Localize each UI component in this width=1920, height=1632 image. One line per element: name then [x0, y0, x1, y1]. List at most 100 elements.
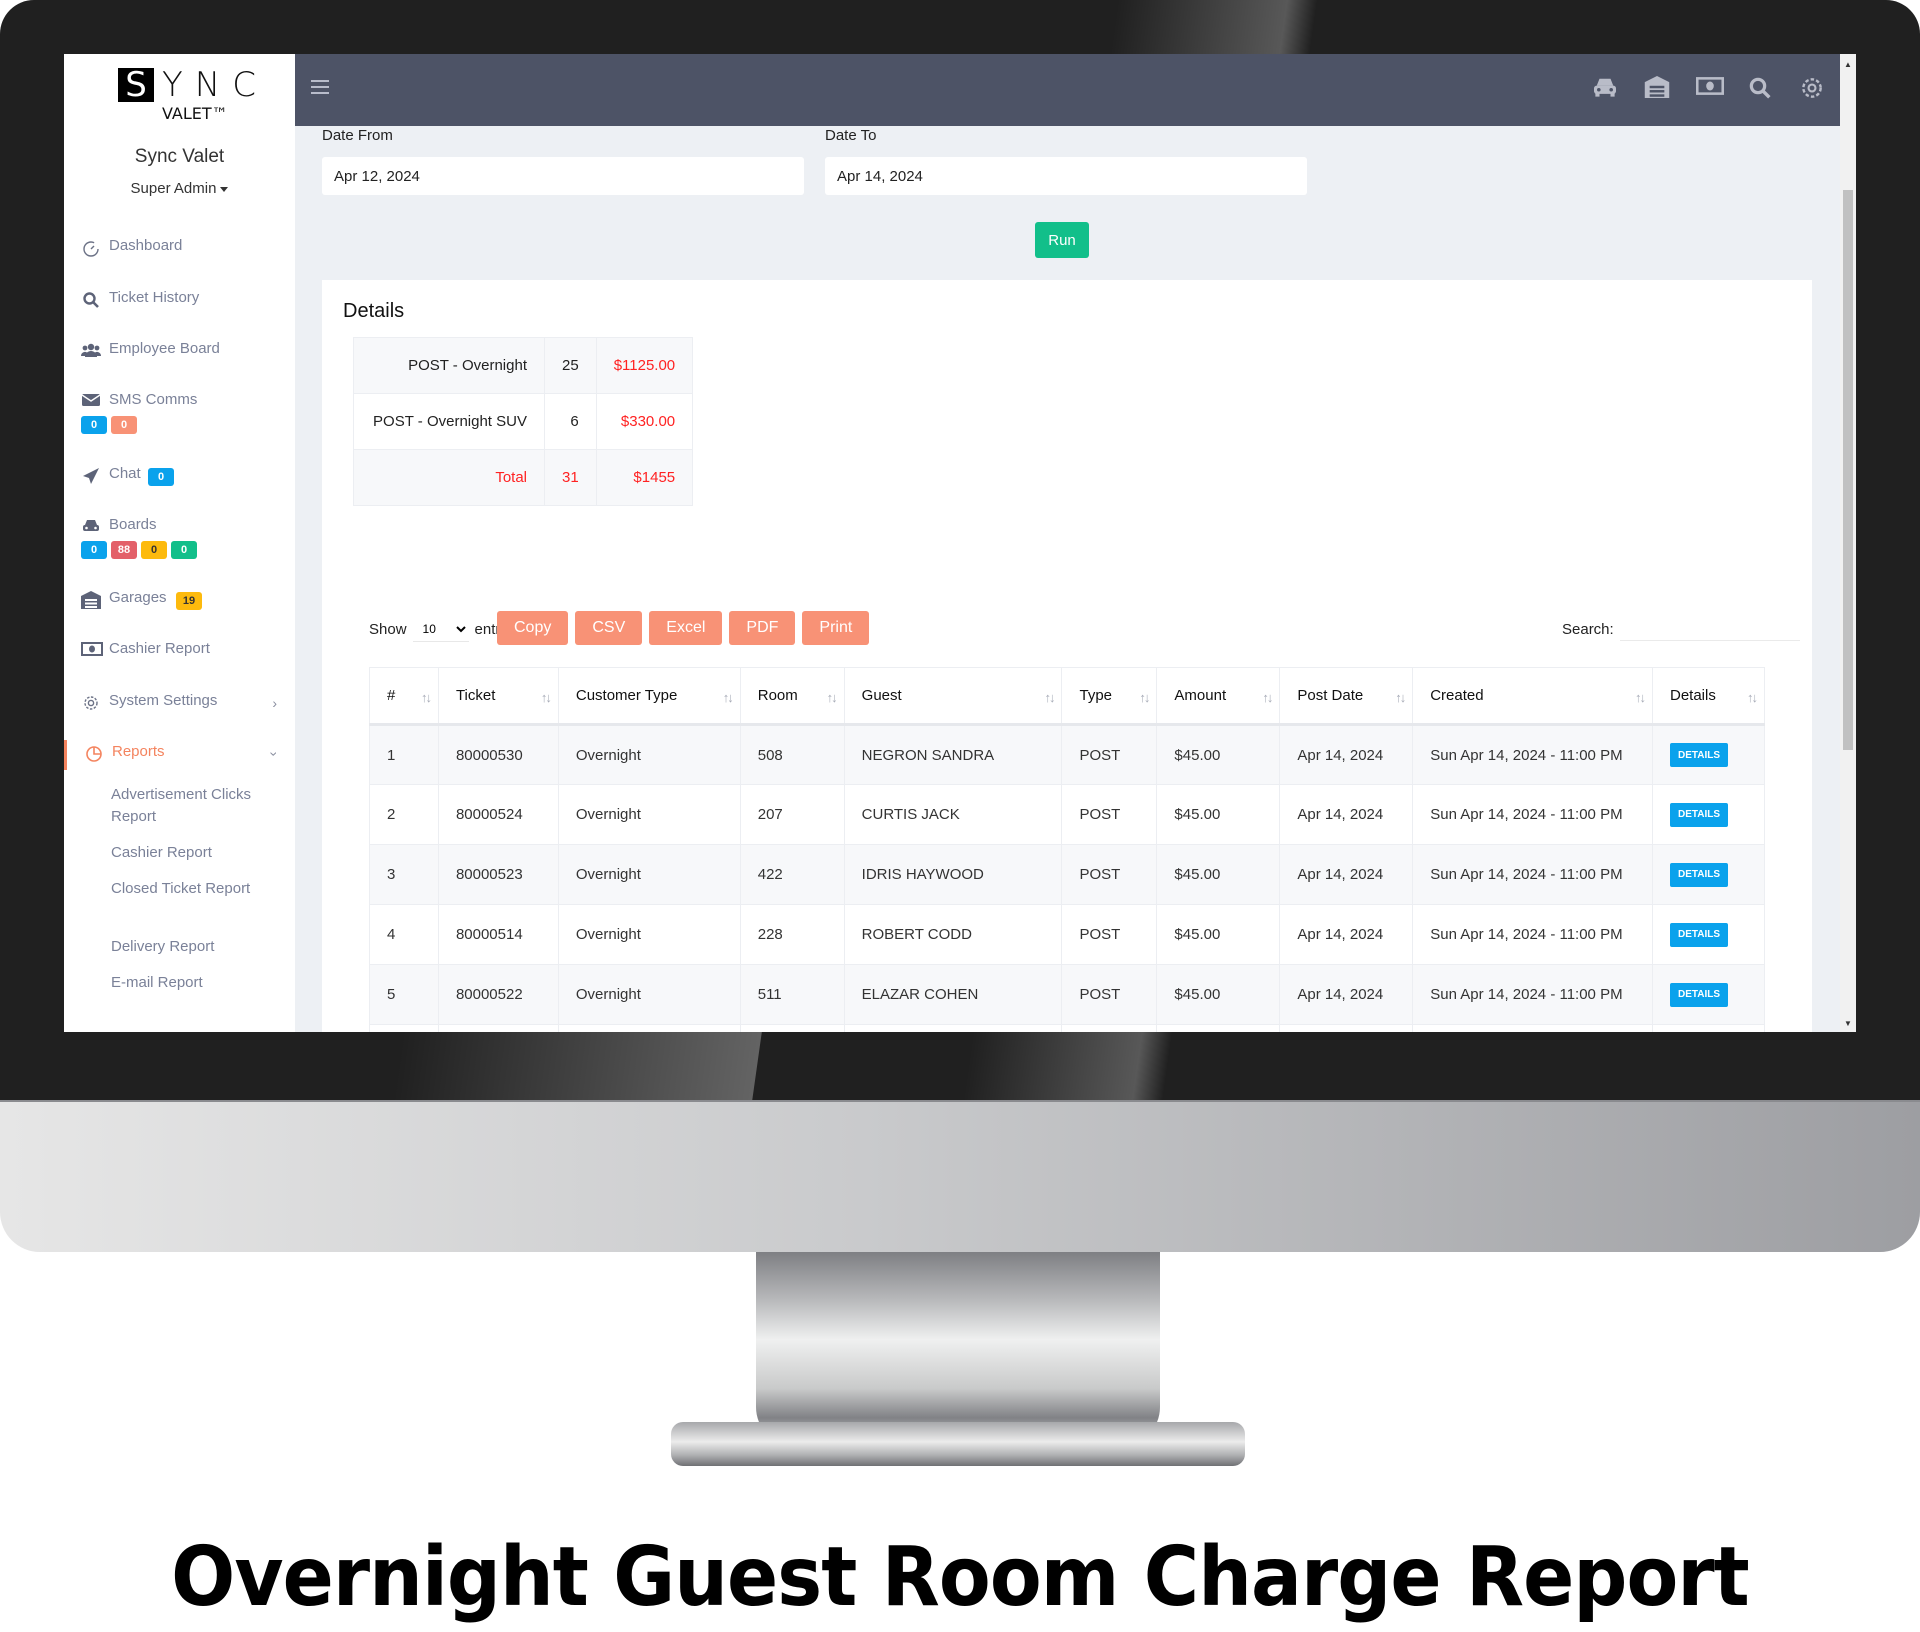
- summary-table: POST - Overnight 25 $1125.00 POST - Over…: [353, 337, 694, 506]
- submenu-advertisement-clicks-report[interactable]: Advertisement Clicks Report: [111, 784, 271, 828]
- search-icon[interactable]: [1748, 76, 1776, 102]
- cell-ticket: 80000520: [437, 1024, 559, 1032]
- sort-icon: ↑↓: [1139, 690, 1150, 705]
- top-navbar: [295, 54, 1840, 126]
- column-header-amount[interactable]: Amount ↑↓: [1156, 667, 1281, 726]
- table-row: 680000520Overnight228DUSTYPOST$45.00Apr …: [369, 1024, 1766, 1032]
- money-icon: [81, 642, 103, 660]
- sidebar-item-cashier-report[interactable]: Cashier Report: [64, 637, 295, 667]
- cell-ticket: 80000524: [437, 784, 559, 845]
- sidebar-item-label: Cashier Report: [109, 640, 210, 657]
- search-input[interactable]: [1619, 617, 1800, 641]
- cell-number: 5: [369, 964, 439, 1025]
- copy-button[interactable]: Copy: [497, 611, 569, 645]
- cell-type: POST: [1061, 904, 1158, 965]
- excel-button[interactable]: Excel: [649, 611, 723, 645]
- chat-badge: 0: [148, 468, 174, 486]
- page-scrollbar[interactable]: ▲ ▼: [1840, 54, 1856, 1032]
- column-header-post-date[interactable]: Post Date ↑↓: [1279, 667, 1414, 726]
- csv-button[interactable]: CSV: [575, 611, 643, 645]
- sidebar-item-label: Dashboard: [109, 237, 183, 254]
- submenu-closed-ticket-report[interactable]: Closed Ticket Report: [111, 878, 271, 900]
- scrollbar-thumb[interactable]: [1843, 190, 1853, 750]
- entries-select[interactable]: 10: [412, 617, 469, 642]
- cell-details: DETAILS: [1651, 784, 1766, 845]
- sidebar-item-sms-comms[interactable]: SMS Comms: [64, 388, 295, 418]
- cell-number: 2: [369, 784, 439, 845]
- role-dropdown[interactable]: Super Admin: [64, 180, 295, 197]
- sidebar-item-boards[interactable]: Boards: [64, 513, 295, 543]
- column-header-room[interactable]: Room ↑↓: [739, 667, 845, 726]
- sms-badge-pending: 0: [111, 416, 137, 434]
- summary-amount: $330.00: [595, 393, 694, 450]
- sort-icon: ↑↓: [1262, 690, 1273, 705]
- monitor-stand: [756, 1252, 1160, 1447]
- date-to-input[interactable]: [825, 157, 1307, 195]
- boards-badge-requested: 0: [81, 541, 107, 559]
- sidebar-item-ticket-history[interactable]: Ticket History: [64, 286, 295, 316]
- logo[interactable]: S YNC VALET™: [118, 64, 258, 123]
- cell-type: POST: [1061, 844, 1158, 905]
- column-header-guest[interactable]: Guest ↑↓: [843, 667, 1063, 726]
- summary-count: 6: [544, 393, 597, 450]
- logo-text: YNC: [162, 65, 268, 105]
- cell-room: 508: [739, 724, 845, 785]
- details-button[interactable]: DETAILS: [1669, 982, 1729, 1007]
- money-icon[interactable]: [1696, 76, 1724, 102]
- car-icon: [81, 518, 101, 536]
- sidebar-item-label: Reports: [112, 743, 165, 760]
- table-row: 3 80000523 Overnight 422 IDRIS HAYWOOD POST $4…: [369, 844, 1766, 905]
- details-title: Details: [343, 300, 405, 322]
- submenu-delivery-report[interactable]: Delivery Report: [111, 936, 271, 958]
- sidebar-item-label: Chat: [109, 465, 141, 482]
- summary-label: POST - Overnight: [353, 337, 545, 394]
- cell-amount: $45.00: [1156, 964, 1281, 1025]
- column-header-created[interactable]: Created ↑↓: [1412, 667, 1653, 726]
- column-header-type[interactable]: Type ↑↓: [1061, 667, 1158, 726]
- chevron-right-icon: ›: [272, 695, 277, 711]
- boards-badge-parked: 88: [111, 541, 137, 559]
- print-button[interactable]: Print: [802, 611, 870, 645]
- cell-ticket: 80000523: [437, 844, 559, 905]
- sidebar-item-reports[interactable]: Reports ›: [64, 740, 295, 770]
- summary-label: POST - Overnight SUV: [353, 393, 545, 450]
- cell-room: 228: [739, 904, 845, 965]
- submenu-cashier-report[interactable]: Cashier Report: [111, 842, 271, 864]
- details-button[interactable]: DETAILS: [1669, 922, 1729, 947]
- sidebar-item-chat[interactable]: Chat 0: [64, 462, 295, 492]
- run-button[interactable]: Run: [1035, 222, 1089, 258]
- column-header-details[interactable]: Details ↑↓: [1651, 667, 1766, 726]
- cell-details: DETAILS: [1651, 844, 1766, 905]
- scroll-up-arrow-icon[interactable]: ▲: [1844, 60, 1852, 69]
- cell-created: Sun Apr 14, 2024 - 11:00 PM: [1412, 1024, 1653, 1032]
- date-from-input[interactable]: [322, 157, 804, 195]
- pdf-button[interactable]: PDF: [729, 611, 796, 645]
- sidebar-item-garages[interactable]: Garages 19: [64, 586, 295, 616]
- cell-guest: CURTIS JACK: [843, 784, 1063, 845]
- details-button[interactable]: DETAILS: [1669, 862, 1729, 887]
- cell-created: Sun Apr 14, 2024 - 11:00 PM: [1412, 724, 1653, 785]
- sidebar-item-label: Ticket History: [109, 289, 200, 306]
- sort-icon: ↑↓: [1044, 690, 1055, 705]
- column-header-customer-type[interactable]: Customer Type ↑↓: [557, 667, 741, 726]
- garage-icon[interactable]: [1644, 76, 1672, 102]
- submenu-email-report[interactable]: E-mail Report: [111, 972, 271, 994]
- details-button[interactable]: DETAILS: [1669, 743, 1729, 767]
- sidebar-item-label: SMS Comms: [109, 391, 198, 408]
- gear-icon[interactable]: [1800, 76, 1828, 102]
- cell-type: POST: [1061, 964, 1158, 1025]
- scroll-down-arrow-icon[interactable]: ▼: [1844, 1019, 1852, 1028]
- boards-badges: 0 88 0 0: [81, 541, 197, 559]
- sidebar-item-employee-board[interactable]: Employee Board: [64, 337, 295, 367]
- column-header-ticket[interactable]: Ticket ↑↓: [437, 667, 559, 726]
- cell-guest: ROBERT CODD: [843, 904, 1063, 965]
- sidebar-item-system-settings[interactable]: System Settings ›: [64, 689, 295, 719]
- details-button[interactable]: DETAILS: [1669, 802, 1729, 827]
- car-icon[interactable]: [1592, 76, 1620, 102]
- column-header-number[interactable]: # ↑↓: [369, 667, 439, 726]
- users-icon: [80, 342, 102, 360]
- hamburger-menu-icon[interactable]: [311, 80, 329, 94]
- search-icon: [81, 291, 101, 309]
- cell-customer-type: Overnight: [557, 1024, 741, 1032]
- sidebar-item-dashboard[interactable]: Dashboard: [64, 234, 295, 264]
